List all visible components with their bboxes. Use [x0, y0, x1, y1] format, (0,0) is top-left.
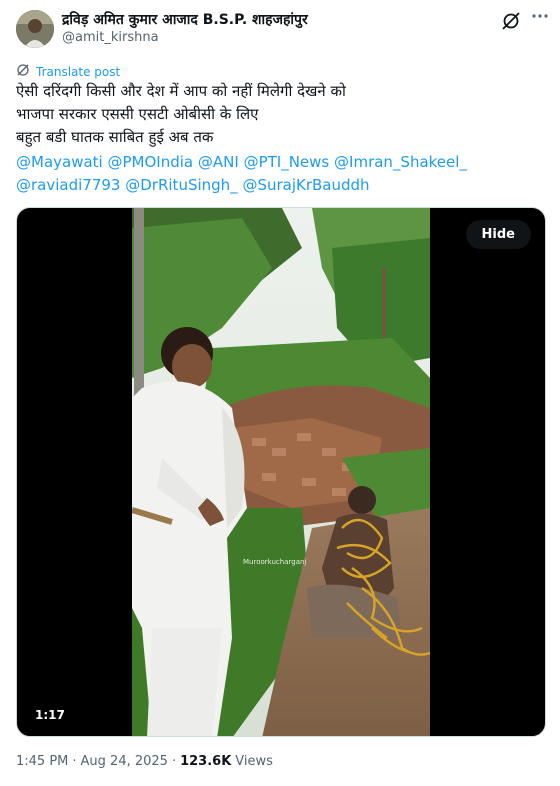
translate-icon — [16, 63, 30, 80]
video-player[interactable]: Muroorkucharganj Hide 1:17 — [16, 207, 546, 737]
meta-separator: · — [171, 754, 177, 769]
avatar-image — [16, 10, 54, 48]
post-date[interactable]: Aug 24, 2025 — [81, 754, 168, 769]
post-time[interactable]: 1:45 PM — [16, 754, 68, 769]
video-watermark: Muroorkucharganj — [243, 558, 307, 566]
post-text-line: भाजपा सरकार एससी एसटी ओबीसी के लिए — [16, 105, 259, 123]
mention-link[interactable]: @PMOIndia — [108, 153, 194, 171]
avatar[interactable] — [16, 10, 54, 48]
meta-separator: · — [72, 754, 77, 769]
mention-link[interactable]: @Imran_Shakeel_ — [334, 153, 467, 171]
post-text-line: ऐसी दरिंदगी किसी और देश में आप को नहीं म… — [16, 82, 346, 100]
video-frame[interactable] — [132, 208, 430, 737]
post-text-line: बहुत बडी घातक साबित हुई अब तक — [16, 128, 214, 146]
mention-link[interactable]: @raviadi7793 — [16, 176, 120, 194]
post-meta: 1:45 PM · Aug 24, 2025 · 123.6K Views — [16, 754, 273, 769]
author-name[interactable]: द्रविड़ अमित कुमार आजाद B.S.P. शाहजहांपु… — [62, 10, 308, 29]
author-handle[interactable]: @amit_kirshna — [62, 30, 159, 45]
views-label: Views — [235, 754, 273, 769]
grok-icon[interactable] — [500, 10, 522, 32]
video-duration: 1:17 — [29, 706, 71, 724]
translate-label: Translate post — [36, 64, 121, 79]
mentions-row: @Mayawati @PMOIndia @ANI @PTI_News @Imra… — [16, 151, 536, 174]
more-options-icon[interactable] — [528, 6, 552, 30]
hide-button[interactable]: Hide — [465, 220, 531, 249]
mention-link[interactable]: @PTI_News — [244, 153, 330, 171]
mention-link[interactable]: @ANI — [198, 153, 239, 171]
views-count: 123.6K — [180, 754, 232, 769]
translate-post-link[interactable]: Translate post — [16, 63, 120, 80]
mentions: @Mayawati @PMOIndia @ANI @PTI_News @Imra… — [16, 151, 536, 197]
mention-link[interactable]: @Mayawati — [16, 153, 103, 171]
mention-link[interactable]: @SurajKrBauddh — [242, 176, 369, 194]
mentions-row: @raviadi7793 @DrRituSingh_ @SurajKrBaudd… — [16, 174, 536, 197]
mention-link[interactable]: @DrRituSingh_ — [125, 176, 237, 194]
tweet: द्रविड़ अमित कुमार आजाद B.S.P. शाहजहांपु… — [0, 0, 560, 786]
post-text: ऐसी दरिंदगी किसी और देश में आप को नहीं म… — [16, 80, 536, 149]
